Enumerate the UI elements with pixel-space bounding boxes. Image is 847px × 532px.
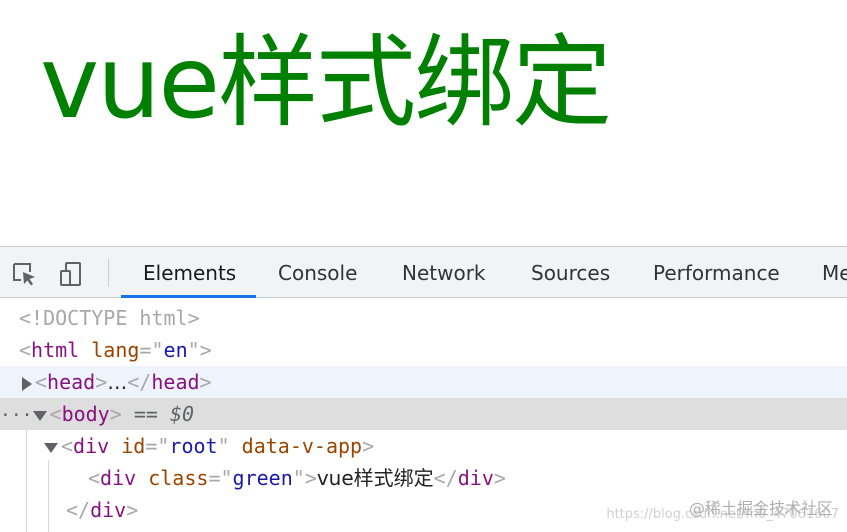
tab-sources[interactable]: Sources <box>531 247 610 298</box>
attr-value: root <box>169 434 218 458</box>
expand-arrow-icon[interactable] <box>22 376 32 391</box>
watermark: @稀土掘金技术社区 <box>688 499 833 518</box>
attr-value: green <box>232 466 293 490</box>
doctype-text: <!DOCTYPE html> <box>19 306 200 330</box>
dom-node-div-root[interactable]: <div id="root" data-v-app> <box>0 430 847 462</box>
collapse-arrow-icon[interactable] <box>44 442 58 453</box>
tab-memory[interactable]: Me <box>822 247 847 298</box>
devtools-toolbar: Elements Console Network Sources Perform… <box>0 246 847 298</box>
tag-name: div <box>90 498 127 522</box>
collapsed-ellipsis: … <box>107 370 128 394</box>
dom-node-body[interactable]: ··· <body> == $0 <box>0 398 847 430</box>
attr-name: data-v-app <box>241 434 363 458</box>
attr-name: id <box>121 434 146 458</box>
tab-elements[interactable]: Elements <box>143 247 236 298</box>
element-picker-icon[interactable] <box>10 260 38 288</box>
page-heading: vue样式绑定 <box>40 24 612 141</box>
dom-node-div-green[interactable]: <div class="green">vue样式绑定</div> <box>0 462 847 494</box>
tab-console[interactable]: Console <box>278 247 357 298</box>
active-tab-indicator <box>121 295 256 298</box>
dom-node-doctype[interactable]: <!DOCTYPE html> <box>0 302 847 334</box>
tag-name: head <box>47 370 96 394</box>
tab-network[interactable]: Network <box>402 247 486 298</box>
device-toolbar-icon[interactable] <box>58 260 86 288</box>
tag-name: div <box>100 466 137 490</box>
tag-name: head <box>151 370 200 394</box>
attr-value: en <box>163 338 188 362</box>
selected-node-marker: == $0 <box>133 402 195 426</box>
node-text: vue样式绑定 <box>316 466 434 490</box>
toolbar-separator <box>108 259 109 287</box>
attr-name: lang <box>91 338 140 362</box>
devtools-panel: Elements Console Network Sources Perform… <box>0 246 847 532</box>
node-actions-dots[interactable]: ··· <box>0 405 33 426</box>
dom-node-head[interactable]: <head>…</head> <box>0 366 847 398</box>
tag-name: div <box>457 466 494 490</box>
dom-node-html[interactable]: <html lang="en"> <box>0 334 847 366</box>
tag-name: body <box>61 402 110 426</box>
attr-name: class <box>148 466 209 490</box>
tab-performance[interactable]: Performance <box>653 247 780 298</box>
collapse-arrow-icon[interactable] <box>32 410 47 421</box>
tag-name: div <box>73 434 110 458</box>
tag-name: html <box>31 338 80 362</box>
